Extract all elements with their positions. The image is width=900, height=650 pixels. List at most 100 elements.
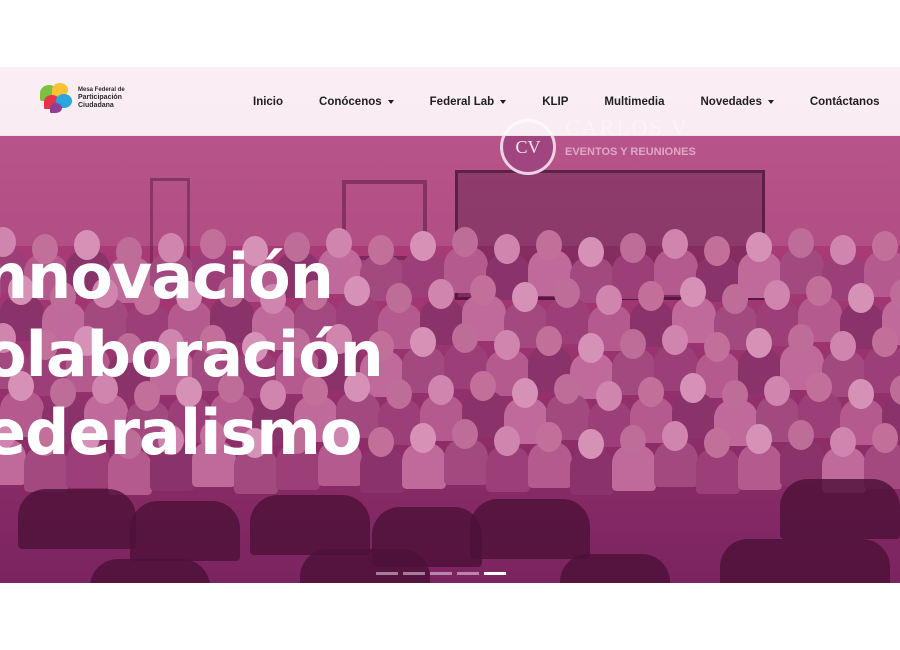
nav-contactanos[interactable]: Contáctanos — [810, 96, 880, 108]
crowd-head — [704, 332, 730, 362]
chair-shape — [130, 501, 240, 561]
crowd-head — [764, 376, 790, 406]
chair-shape — [470, 499, 590, 559]
crowd-head — [830, 235, 856, 265]
crowd-head — [410, 423, 436, 453]
crowd-head — [554, 278, 580, 308]
nav-inicio[interactable]: Inicio — [253, 96, 283, 108]
brand-name-line1: Mesa Federal de — [78, 87, 125, 93]
crowd-head — [494, 234, 520, 264]
carousel-indicator[interactable] — [376, 572, 398, 575]
crowd-head — [428, 375, 454, 405]
crowd-head — [806, 372, 832, 402]
brand-logo-link[interactable]: Mesa Federal de Participación Ciudadana — [40, 83, 125, 113]
crowd-head — [452, 227, 478, 257]
crowd-head — [746, 424, 772, 454]
crowd-head — [386, 283, 412, 313]
crowd-head — [764, 280, 790, 310]
crowd-head — [428, 279, 454, 309]
chair-shape — [720, 539, 890, 583]
crowd-head — [662, 229, 688, 259]
crowd-head — [788, 324, 814, 354]
nav-klip[interactable]: KLIP — [542, 96, 568, 108]
crowd-head — [806, 276, 832, 306]
crowd-head — [410, 327, 436, 357]
nav-item-label: Conócenos — [319, 95, 382, 108]
chair-shape — [300, 549, 430, 583]
carousel-indicator[interactable] — [457, 572, 479, 575]
page: CV CARLOS V EVENTOS Y REUNIONES nnovació… — [0, 0, 900, 650]
crowd-head — [536, 326, 562, 356]
carousel-indicator[interactable] — [403, 572, 425, 575]
nav-menu: Inicio Conócenos Federal Lab KLIP Multimedia… — [253, 67, 880, 136]
crowd-head — [494, 330, 520, 360]
crowd-head — [872, 327, 898, 357]
crowd-head — [788, 420, 814, 450]
crowd-head — [620, 329, 646, 359]
caret-down-icon — [500, 99, 507, 104]
hero-headline: nnovación olaboración ederalismo — [0, 238, 384, 472]
crowd-head — [554, 374, 580, 404]
nav-conocenos[interactable]: Conócenos — [319, 96, 394, 108]
nav-item-label: Federal Lab — [429, 95, 495, 108]
crowd-head — [536, 422, 562, 452]
crowd-head — [638, 281, 664, 311]
nav-federal-lab[interactable]: Federal Lab — [430, 96, 507, 108]
chair-shape — [90, 559, 210, 583]
hero-headline-line: olaboración — [0, 318, 384, 391]
crowd-head — [452, 419, 478, 449]
crowd-head — [512, 378, 538, 408]
crowd-head — [830, 331, 856, 361]
crowd-head — [596, 381, 622, 411]
crowd-head — [680, 277, 706, 307]
chair-shape — [780, 479, 900, 539]
nav-item-label: Inicio — [253, 95, 284, 108]
brand-logo-icon — [40, 83, 76, 113]
crowd-head — [722, 284, 748, 314]
nav-multimedia[interactable]: Multimedia — [604, 96, 664, 108]
crowd-head — [680, 373, 706, 403]
crowd-head — [704, 428, 730, 458]
caret-down-icon — [767, 99, 774, 104]
carousel-indicator[interactable] — [484, 572, 506, 575]
hero-sign-subtitle: EVENTOS Y REUNIONES — [565, 146, 696, 158]
crowd-head — [386, 379, 412, 409]
hero-carousel[interactable]: CV CARLOS V EVENTOS Y REUNIONES nnovació… — [0, 67, 900, 583]
crowd-head — [848, 283, 874, 313]
crowd-head — [596, 285, 622, 315]
chair-shape — [560, 554, 670, 583]
crowd-head — [746, 232, 772, 262]
crowd-head — [620, 233, 646, 263]
hero-headline-line: nnovación — [0, 240, 334, 313]
brand-name-line3: Ciudadana — [78, 102, 114, 109]
crowd-head — [470, 275, 496, 305]
nav-item-label: Novedades — [700, 95, 762, 108]
nav-item-label: KLIP — [542, 95, 569, 108]
brand-name: Mesa Federal de Participación Ciudadana — [78, 86, 125, 110]
hero-photo-chairs — [0, 459, 900, 583]
crowd-head — [830, 427, 856, 457]
nav-novedades[interactable]: Novedades — [700, 95, 774, 108]
crowd-head — [578, 237, 604, 267]
carousel-indicators — [376, 572, 511, 575]
crowd-head — [494, 426, 520, 456]
crowd-head — [872, 231, 898, 261]
crowd-head — [410, 231, 436, 261]
crowd-head — [536, 230, 562, 260]
crowd-head — [722, 380, 748, 410]
brand-name-line2: Participación — [78, 94, 122, 101]
carousel-indicator[interactable] — [430, 572, 452, 575]
crowd-head — [746, 328, 772, 358]
crowd-head — [788, 228, 814, 258]
crowd-head — [872, 423, 898, 453]
crowd-head — [452, 323, 478, 353]
crowd-head — [638, 377, 664, 407]
chair-shape — [250, 495, 370, 555]
crowd-head — [620, 425, 646, 455]
crowd-head — [578, 429, 604, 459]
main-navbar: Mesa Federal de Participación Ciudadana … — [0, 67, 900, 136]
crowd-head — [662, 325, 688, 355]
crowd-head — [662, 421, 688, 451]
nav-item-label: Multimedia — [604, 95, 665, 108]
crowd-head — [512, 282, 538, 312]
